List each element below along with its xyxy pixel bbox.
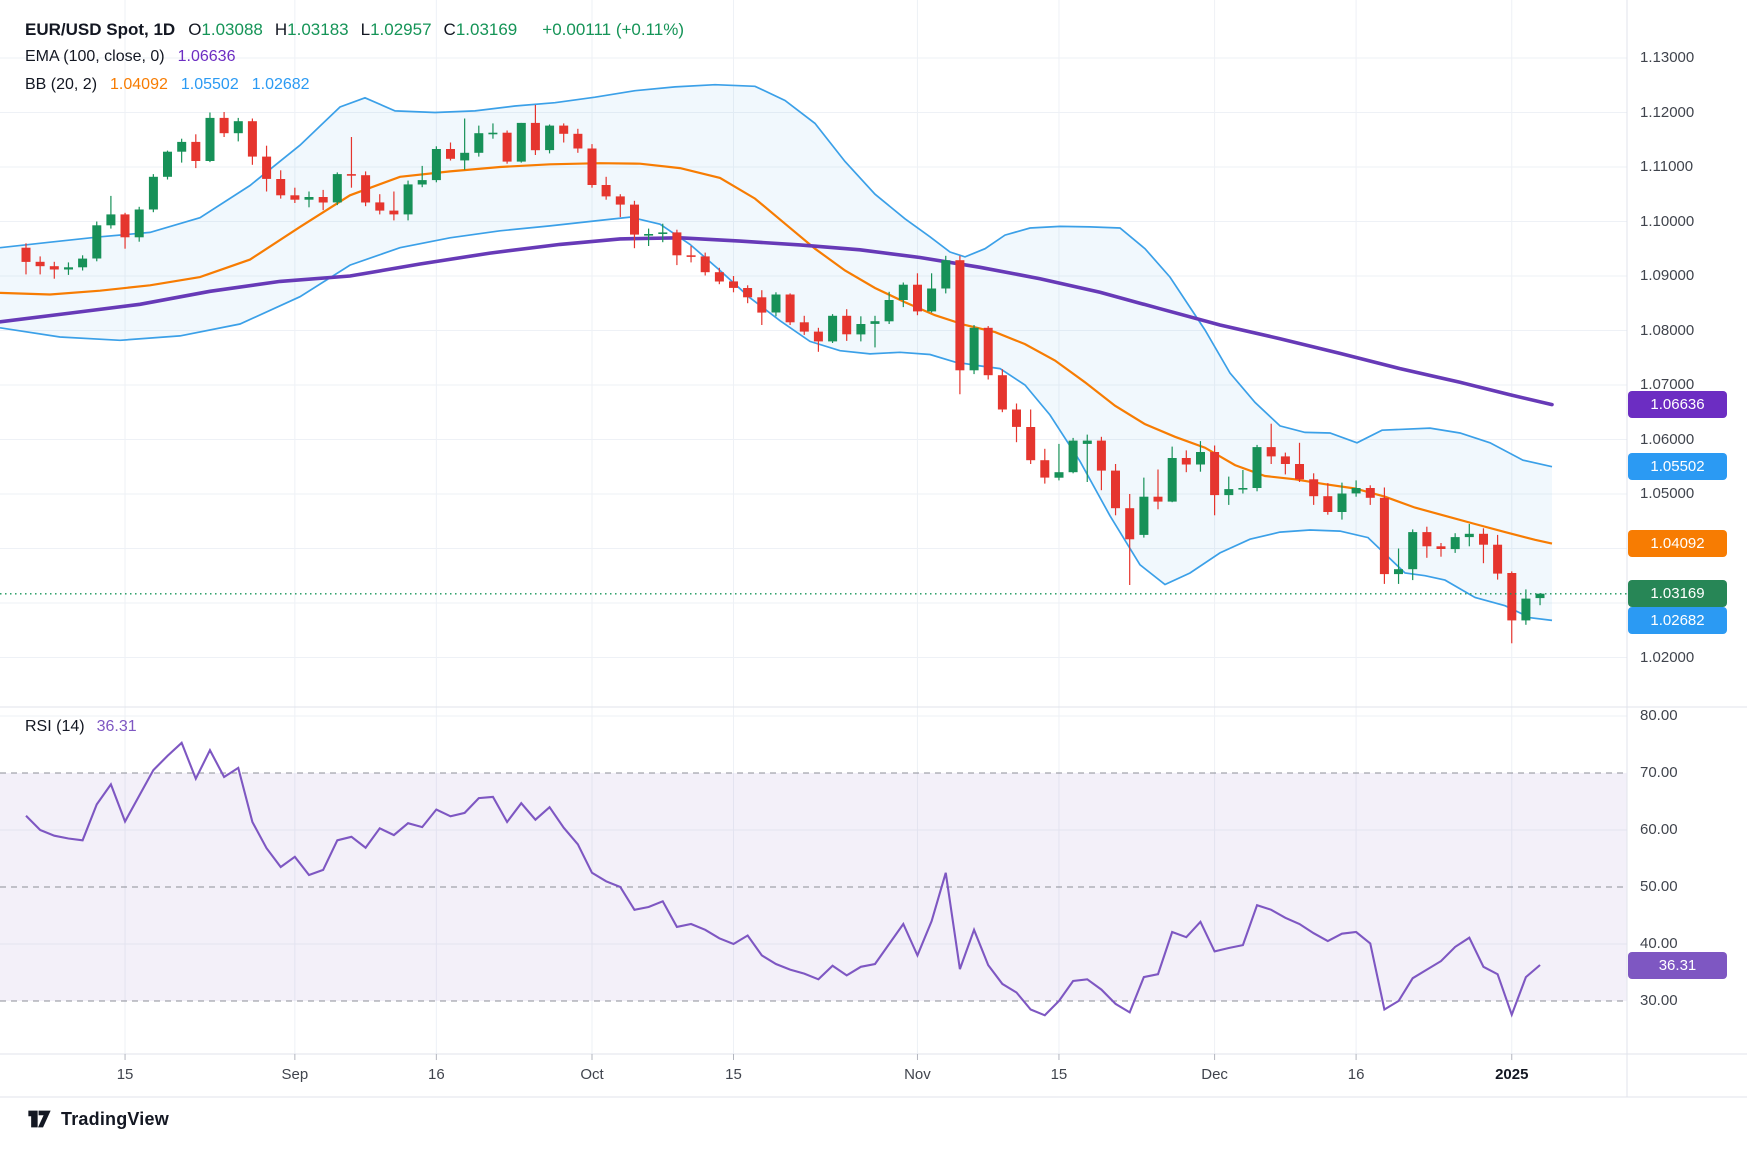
- rsi-axis-label: 60.00: [1640, 821, 1678, 838]
- x-axis-label: 16: [1347, 1066, 1365, 1083]
- tradingview-logo-icon: [28, 1110, 51, 1128]
- bb-basis-value: 1.04092: [110, 76, 168, 93]
- x-axis-label: Oct: [580, 1066, 604, 1083]
- rsi-axis-label: 80.00: [1640, 707, 1678, 724]
- x-axis-label: 15: [725, 1066, 742, 1083]
- change-value: +0.00111 (+0.11%): [542, 20, 685, 39]
- tradingview-chart-window: EUR/USD Spot, 1D O1.03088 H1.03183 L1.0295…: [0, 0, 1747, 1154]
- x-axis-label: 15: [116, 1066, 134, 1083]
- rsi-axis-label: 70.00: [1640, 764, 1678, 781]
- price-badge: 1.03169: [1628, 580, 1727, 608]
- ema-label: EMA (100, close, 0): [25, 48, 165, 65]
- quote-h: H1.03183: [274, 20, 349, 39]
- price-badge: 1.04092: [1628, 529, 1727, 557]
- rsi-axis-label: 30.00: [1640, 992, 1678, 1009]
- rsi-axis-label: 50.00: [1640, 878, 1678, 895]
- quote-o: O1.03088: [188, 20, 263, 39]
- price-axis-label: 1.06000: [1640, 430, 1695, 448]
- price-badge: 1.02682: [1628, 606, 1727, 634]
- quote-l: L1.02957: [360, 20, 432, 39]
- price-badge: 1.06636: [1628, 391, 1727, 419]
- price-axis-label: 1.12000: [1640, 103, 1695, 121]
- x-axis-label: Nov: [904, 1066, 931, 1083]
- bb-lower-value: 1.02682: [251, 76, 310, 93]
- price-axis-label: 1.11000: [1640, 158, 1694, 175]
- bb-upper-value: 1.05502: [180, 76, 239, 93]
- ema-legend-row[interactable]: EMA (100, close, 0) 1.06636: [25, 48, 684, 76]
- symbol-title: EUR/USD Spot, 1D: [25, 20, 176, 39]
- indicator-legend[interactable]: EUR/USD Spot, 1D O1.03088 H1.03183 L1.0295…: [25, 20, 684, 104]
- quote-c: C1.03169: [443, 20, 518, 39]
- price-axis-label: 1.13000: [1640, 49, 1695, 66]
- bb-fill: [0, 84, 1552, 621]
- price-axis-label: 1.10000: [1640, 212, 1695, 230]
- price-badge: 1.05502: [1628, 453, 1727, 481]
- x-axis-label: 16: [428, 1066, 445, 1083]
- footer-brand[interactable]: TradingView: [26, 1106, 169, 1132]
- symbol-row[interactable]: EUR/USD Spot, 1D O1.03088 H1.03183 L1.0295…: [25, 20, 684, 48]
- rsi-label: RSI (14): [25, 718, 85, 735]
- bb-legend-row[interactable]: BB (20, 2) 1.04092 1.05502 1.02682: [25, 76, 684, 104]
- price-axis-label: 1.05000: [1640, 485, 1695, 502]
- x-axis-label: Dec: [1201, 1066, 1228, 1083]
- rsi-legend-row[interactable]: RSI (14) 36.31: [25, 718, 137, 736]
- ema-value: 1.06636: [177, 48, 236, 65]
- ohlc-values: O1.03088 H1.03183 L1.02957 C1.03169: [188, 20, 529, 40]
- price-axis-label: 1.09000: [1640, 267, 1695, 284]
- bb-label: BB (20, 2): [25, 76, 98, 93]
- x-axis-label: 2025: [1495, 1066, 1529, 1083]
- x-axis-label: Sep: [281, 1066, 309, 1083]
- chart-canvas[interactable]: [0, 0, 1747, 1154]
- rsi-badge: 36.31: [1628, 951, 1727, 979]
- rsi-value: 36.31: [96, 718, 137, 735]
- price-axis-label: 1.02000: [1640, 648, 1695, 666]
- price-axis-label: 1.08000: [1640, 321, 1695, 339]
- brand-name: TradingView: [61, 1108, 169, 1129]
- x-axis-label: 15: [1050, 1066, 1068, 1083]
